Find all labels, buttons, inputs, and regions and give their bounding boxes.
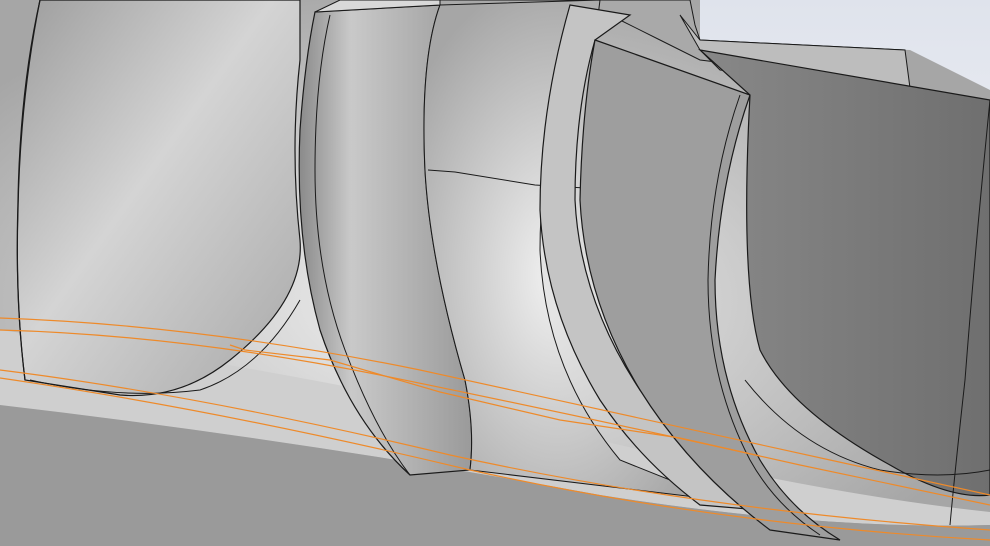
impeller-model[interactable] <box>0 0 990 546</box>
cad-3d-viewport[interactable] <box>0 0 990 546</box>
